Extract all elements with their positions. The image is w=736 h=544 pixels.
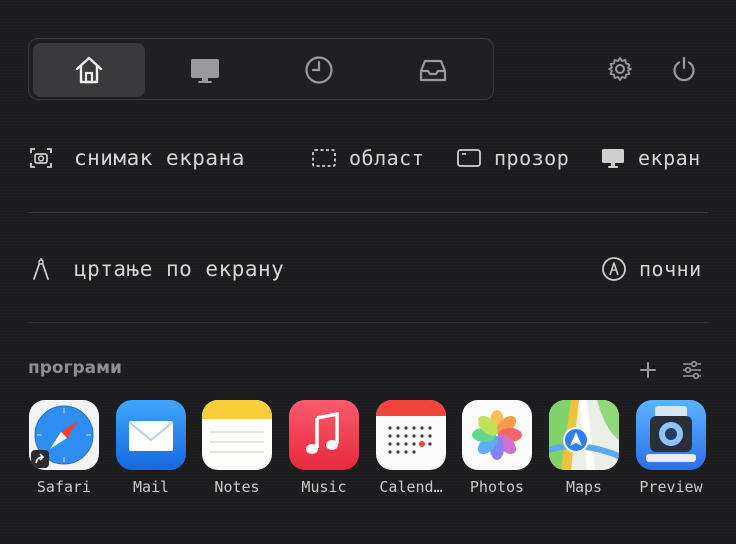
capture-window-label: прозор: [494, 146, 570, 170]
power-button[interactable]: [667, 52, 701, 86]
tab-home[interactable]: [33, 43, 145, 97]
apps-section-title: програми: [28, 358, 122, 378]
app-maps[interactable]: Maps: [544, 400, 624, 496]
app-mail[interactable]: Mail: [111, 400, 191, 496]
display-icon: [602, 149, 624, 168]
tab-bar: [28, 38, 494, 100]
capture-window-button[interactable]: прозор: [456, 138, 569, 178]
tab-history[interactable]: [263, 43, 375, 97]
app-safari[interactable]: Safari: [24, 400, 104, 496]
camera-icon: [30, 148, 52, 168]
inbox-icon: [419, 59, 447, 82]
maps-icon: [549, 400, 619, 470]
music-icon: [289, 400, 359, 470]
app-name: Calend…: [379, 478, 443, 496]
capture-screen-label: екран: [638, 146, 701, 170]
draw-label: цртање по екрану: [74, 257, 285, 281]
app-name: Safari: [36, 478, 92, 496]
home-icon: [75, 56, 103, 84]
power-icon: [673, 56, 695, 82]
capture-area-label: област: [349, 146, 425, 170]
app-calendar[interactable]: Calend…: [371, 400, 451, 496]
sliders-icon: [683, 360, 701, 380]
settings-button[interactable]: [603, 52, 637, 86]
app-preview[interactable]: Preview: [631, 400, 711, 496]
mail-icon: [116, 400, 186, 470]
display-icon: [191, 59, 219, 83]
app-name: Maps: [565, 478, 603, 496]
app-name: Mail: [132, 478, 170, 496]
preview-icon: [636, 400, 706, 470]
dashed-rect-icon: [312, 149, 336, 167]
divider: [28, 322, 708, 323]
clock-icon: [305, 56, 333, 84]
window-icon: [457, 149, 481, 167]
apps-settings-button[interactable]: [680, 358, 704, 382]
capture-screen-button[interactable]: екран: [600, 138, 701, 178]
tab-inbox[interactable]: [377, 43, 489, 97]
tab-display[interactable]: [149, 43, 261, 97]
shortcut-arrow-icon: [31, 450, 49, 468]
app-photos[interactable]: Photos: [457, 400, 537, 496]
start-drawing-label: почни: [639, 257, 702, 281]
add-app-button[interactable]: [636, 358, 660, 382]
notes-icon: [202, 400, 272, 470]
app-name: Music: [301, 478, 347, 496]
photos-icon: [462, 400, 532, 470]
app-name: Preview: [639, 478, 703, 496]
start-drawing-button[interactable]: почни: [601, 249, 702, 289]
capture-area-button[interactable]: област: [311, 138, 424, 178]
screenshot-label: снимак екрана: [74, 146, 245, 170]
pen-icon: [602, 257, 626, 281]
app-name: Notes: [214, 478, 260, 496]
plus-icon: [640, 362, 656, 378]
app-music[interactable]: Music: [284, 400, 364, 496]
app-notes[interactable]: Notes: [197, 400, 277, 496]
gear-icon: [608, 57, 632, 81]
calendar-icon: [376, 400, 446, 470]
compass-icon: [33, 258, 49, 280]
safari-icon: [29, 400, 99, 470]
app-name: Photos: [469, 478, 525, 496]
divider: [28, 212, 708, 213]
